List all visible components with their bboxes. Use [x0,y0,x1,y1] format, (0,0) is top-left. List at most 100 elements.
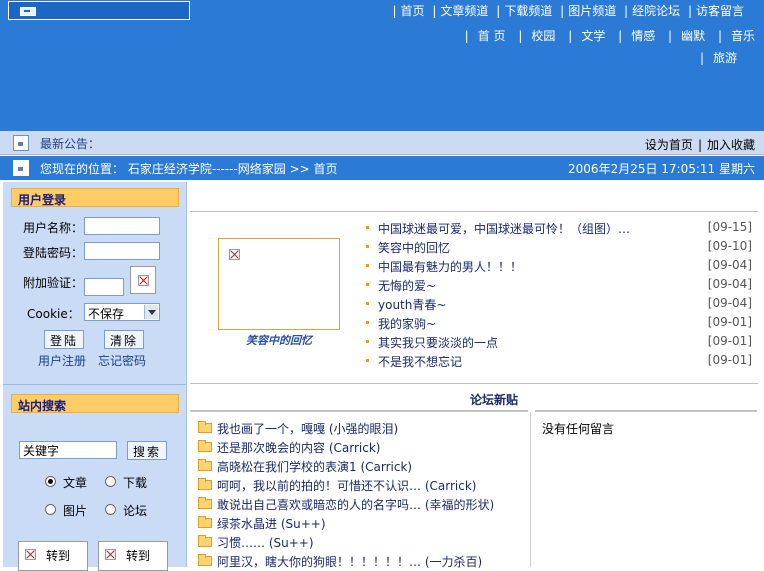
no-messages-text: 没有任何留言 [542,422,615,436]
article-row[interactable]: 不是我不想忘记 [09-01] [364,352,752,371]
broken-image-icon [105,549,116,560]
guestbook-rule-right [535,410,757,412]
category-nav-row2: | 旅游 [699,51,737,65]
content-top-rule [190,211,758,212]
search-button[interactable]: 搜索 [127,441,167,460]
article-row[interactable]: 其实我只要淡淡的一点 [09-01] [364,333,752,352]
radio-images[interactable] [45,504,56,515]
category-music[interactable]: 音乐 [731,29,755,43]
article-row[interactable]: 无悔的爱~ [09-04] [364,276,752,295]
forum-post-title[interactable]: 敢说出自己喜欢或暗恋的人的名字吗… (幸福的形状) [217,496,494,513]
folder-icon [198,459,212,471]
article-title[interactable]: youth青春~ [378,296,446,313]
forum-post[interactable]: 还是那次晚会的内容 (Carrick) [196,438,528,457]
article-title[interactable]: 我的家驹~ [378,315,436,332]
folder-icon [198,440,212,452]
cookie-select[interactable]: 不保存 [84,303,160,321]
forum-post[interactable]: 呵呵，我以前的拍的！可惜还不认识… (Carrick) [196,476,528,495]
article-date: [09-04] [707,296,752,310]
forum-post[interactable]: 绿茶水晶进 (Su++) [196,514,528,533]
set-home-link[interactable]: 设为首页 [645,138,693,152]
top-nav-images[interactable]: 图片频道 [568,4,616,18]
article-date: [09-01] [707,353,752,367]
clear-button[interactable]: 清除 [104,330,144,349]
top-nav: | 首页 | 文章频道 | 下载频道 | 图片频道 | 经院论坛 | 访客留言 [392,4,744,18]
forum-post-title[interactable]: 我也画了一个，嘎嘎 (小强的眼泪) [217,420,398,437]
category-campus[interactable]: 校园 [531,29,555,43]
cookie-select-value: 不保存 [88,307,125,321]
radio-forum[interactable] [105,504,116,515]
category-emotion[interactable]: 情感 [631,29,655,43]
login-title: 用户登录 [11,188,179,207]
top-nav-guestbook[interactable]: 访客留言 [696,4,744,18]
article-date: [09-04] [707,258,752,272]
featured-caption[interactable]: 笑容中的回忆 [218,332,340,348]
article-row[interactable]: 笑容中的回忆 [09-10] [364,238,752,257]
top-nav-articles[interactable]: 文章频道 [440,4,488,18]
forum-post-title[interactable]: 高晓松在我们学校的表演1 (Carrick) [217,458,412,475]
notice-links: 设为首页 | 加入收藏 [644,138,755,152]
cookie-label: Cookie： [27,307,80,321]
article-date: [09-04] [707,277,752,291]
add-favorite-link[interactable]: 加入收藏 [707,138,755,152]
username-label: 用户名称： [23,221,84,235]
password-input[interactable] [84,242,160,260]
article-row[interactable]: 中国球迷最可爱，中国球迷最可怜！（组图）… [09-15] [364,219,752,238]
forum-top-rule [190,383,758,384]
bullet-icon [366,359,369,362]
forum-post[interactable]: 敢说出自己喜欢或暗恋的人的名字吗… (幸福的形状) [196,495,528,514]
article-title[interactable]: 中国球迷最可爱，中国球迷最可怜！（组图）… [378,220,630,237]
radio-articles[interactable] [45,476,56,487]
login-button[interactable]: 登陆 [44,330,84,349]
article-row[interactable]: 我的家驹~ [09-01] [364,314,752,333]
top-nav-forum[interactable]: 经院论坛 [632,4,680,18]
category-home[interactable]: 首 页 [478,29,506,43]
article-title[interactable]: 其实我只要淡淡的一点 [378,334,498,351]
logo-icon [20,7,36,16]
bullet-icon [366,264,369,267]
category-humor[interactable]: 幽默 [681,29,705,43]
username-input[interactable] [84,217,160,235]
category-travel[interactable]: 旅游 [713,51,737,65]
folder-icon [198,497,212,509]
category-literature[interactable]: 文学 [581,29,605,43]
register-link[interactable]: 用户注册 [38,352,86,369]
forgot-password-link[interactable]: 忘记密码 [98,352,146,369]
category-nav-row1: | 首 页 | 校园 | 文学 | 情感 | 幽默 | 音乐 [464,29,755,43]
forum-post[interactable]: 我也画了一个，嘎嘎 (小强的眼泪) [196,419,528,438]
radio-articles-label: 文章 [63,476,88,490]
search-input[interactable] [19,441,117,459]
bullet-icon [366,321,369,324]
forum-post-title[interactable]: 呵呵，我以前的拍的！可惜还不认识… (Carrick) [217,477,476,494]
notice-bar: 最新公告： 设为首页 | 加入收藏 [0,131,764,155]
article-title[interactable]: 中国最有魅力的男人！！！ [378,258,522,275]
search-title: 站内搜索 [11,394,179,413]
forum-post[interactable]: 阿里汉，瞎大你的狗眼！！！！！！… (一力杀百) [196,552,528,571]
bullet-icon [366,226,369,229]
forum-post-title[interactable]: 还是那次晚会的内容 (Carrick) [217,439,380,456]
featured-photo[interactable] [218,238,340,330]
forum-post-title[interactable]: 绿茶水晶进 (Su++) [217,515,326,532]
article-title[interactable]: 无悔的爱~ [378,277,436,294]
top-nav-downloads[interactable]: 下载频道 [504,4,552,18]
verify-code-image [130,266,156,294]
article-title[interactable]: 笑容中的回忆 [378,239,450,256]
radio-downloads[interactable] [105,476,116,487]
verify-code-input[interactable] [84,278,124,296]
forum-post[interactable]: 习惯…… (Su++) [196,533,528,552]
radio-forum-label: 论坛 [123,504,148,518]
article-title[interactable]: 不是我不想忘记 [378,353,462,370]
goto-left-label: 转到 [46,549,71,563]
forum-post-title[interactable]: 习惯…… (Su++) [217,534,314,551]
logo-box[interactable] [8,1,190,20]
folder-icon [198,516,212,528]
forum-post[interactable]: 高晓松在我们学校的表演1 (Carrick) [196,457,528,476]
location-icon [13,160,29,176]
top-nav-home[interactable]: 首页 [401,4,425,18]
article-row[interactable]: 中国最有魅力的男人！！！ [09-04] [364,257,752,276]
article-date: [09-15] [707,220,752,234]
left-sidebar: 用户登录 用户名称： 登陆密码： 附加验证： Cookie： 不保存 登陆 清除… [3,182,187,571]
forum-post-title[interactable]: 阿里汉，瞎大你的狗眼！！！！！！… (一力杀百) [217,553,482,570]
article-row[interactable]: youth青春~ [09-04] [364,295,752,314]
folder-icon [198,535,212,547]
